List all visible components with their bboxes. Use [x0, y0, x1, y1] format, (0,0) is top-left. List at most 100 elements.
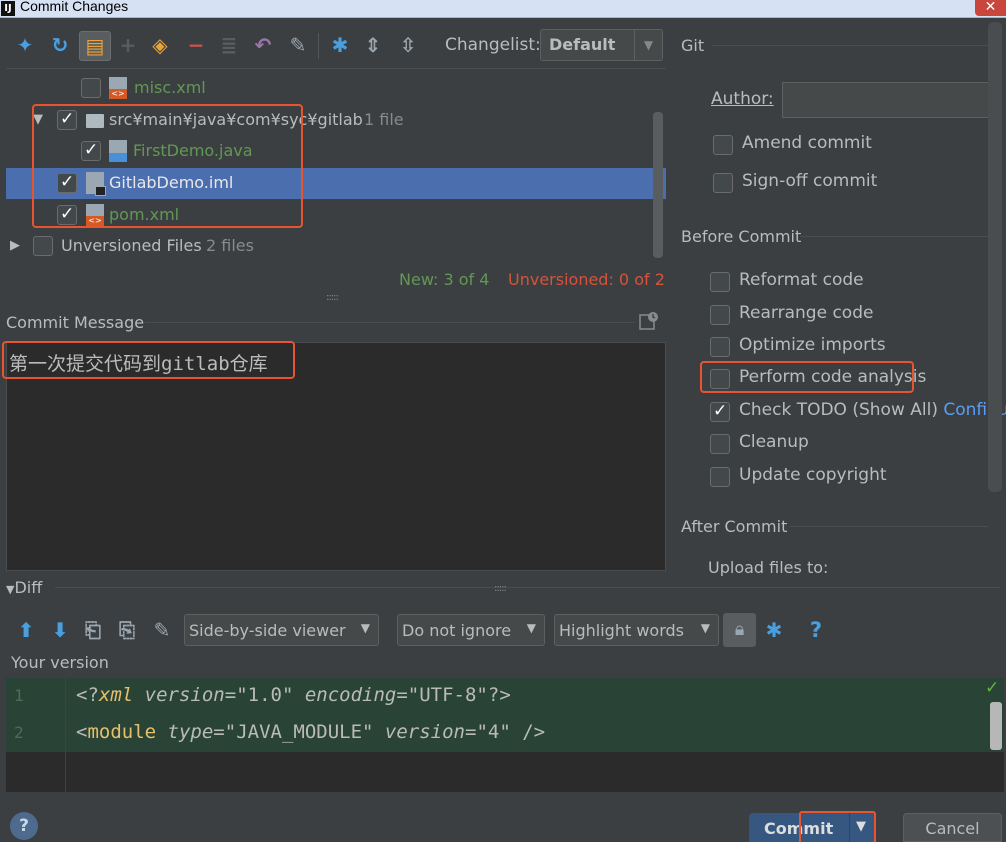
previous-difference-icon[interactable]: ⬆ — [14, 618, 38, 642]
expand-arrow-icon[interactable]: ▶ — [10, 238, 20, 253]
add-icon[interactable]: + — [116, 33, 140, 57]
highlight-value: Highlight words — [559, 621, 684, 640]
window-title: Commit Changes — [20, 0, 129, 14]
file-checkbox[interactable] — [81, 78, 101, 98]
cancel-button[interactable]: Cancel — [903, 813, 1002, 842]
code-token: "JAVA_MODULE" — [224, 721, 374, 743]
close-button[interactable]: ✕ — [975, 0, 1006, 16]
next-difference-icon[interactable]: ⬇ — [48, 618, 72, 642]
group-by-directory-icon[interactable]: ▤ — [79, 31, 111, 61]
no-errors-check-icon: ✓ — [985, 678, 1000, 698]
git-section-title: Git — [681, 36, 705, 55]
help-icon[interactable]: ? — [804, 618, 828, 642]
code-token: ?> — [487, 684, 511, 706]
next-file-icon[interactable]: ⎘ — [115, 618, 139, 642]
section-divider — [800, 236, 988, 237]
optimize-imports-label: Optimize imports — [739, 335, 886, 355]
section-divider — [55, 587, 1000, 588]
title-bar: IJ Commit Changes ✕ — [0, 0, 1006, 18]
right-panel-scrollbar[interactable] — [988, 22, 1002, 492]
author-field[interactable] — [782, 82, 996, 118]
lock-icon[interactable]: 🔒︎ — [723, 613, 756, 647]
cleanup-label: Cleanup — [739, 432, 809, 452]
chevron-down-icon: ▼ — [360, 621, 370, 635]
settings-icon[interactable]: ✱ — [762, 618, 786, 642]
move-to-changelist-icon[interactable]: ◈ — [148, 33, 172, 57]
code-token: version — [133, 684, 225, 706]
highlight-dropdown[interactable]: Highlight words ▼ — [554, 614, 719, 646]
code-text: <?xml version="1.0" encoding="UTF-8"?> — [76, 684, 511, 706]
section-divider — [790, 526, 988, 527]
diff-label: Diff — [14, 578, 43, 597]
splitter-handle[interactable]: ::::: — [494, 583, 507, 594]
code-token: = — [464, 721, 477, 743]
section-divider — [145, 322, 635, 323]
ignore-value: Do not ignore — [402, 621, 512, 640]
code-token: xml — [98, 684, 134, 706]
folder-checkbox[interactable] — [33, 236, 53, 256]
rearrange-code-label: Rearrange code — [739, 303, 874, 323]
signoff-commit-checkbox[interactable] — [713, 173, 733, 193]
code-token: = — [213, 721, 225, 743]
rollback-icon[interactable]: ↶ — [251, 33, 275, 57]
code-token: = — [396, 684, 408, 706]
rearrange-code-checkbox[interactable] — [710, 305, 730, 325]
diff-scrollbar[interactable] — [990, 702, 1002, 750]
section-divider — [712, 45, 988, 46]
optimize-imports-checkbox[interactable] — [710, 337, 730, 357]
check-todo-checkbox[interactable] — [710, 401, 730, 422]
annotation-box — [799, 811, 876, 842]
check-todo-text: Check TODO (Show All) — [739, 400, 938, 420]
code-token: "UTF-8" — [407, 684, 488, 706]
commit-message-label: Commit Message — [6, 313, 145, 332]
file-name: misc.xml — [134, 78, 206, 97]
group-name: Unversioned Files — [61, 236, 202, 255]
splitter-handle[interactable]: ::::: — [326, 292, 339, 303]
amend-commit-label: Amend commit — [742, 133, 872, 153]
diff-editor[interactable]: 1 <?xml version="1.0" encoding="UTF-8"?>… — [6, 678, 1004, 792]
chevron-down-icon: ▼ — [700, 621, 710, 635]
previous-file-icon[interactable]: ⎗ — [81, 618, 105, 642]
collapse-all-icon[interactable]: ⇳ — [396, 33, 420, 57]
new-count: New: 3 of 4 — [399, 270, 490, 289]
code-token: type — [156, 721, 214, 743]
amend-commit-checkbox[interactable] — [713, 135, 733, 155]
code-token: < — [76, 721, 88, 743]
show-diff-icon[interactable]: ✦ — [13, 33, 37, 57]
group-icon[interactable]: ≣ — [217, 33, 241, 57]
viewer-value: Side-by-side viewer — [189, 621, 346, 640]
annotation-box — [2, 341, 295, 379]
tree-row[interactable]: ▶ Unversioned Files 2 files — [6, 231, 666, 262]
edit-source-icon[interactable]: ✎ — [150, 618, 174, 642]
update-copyright-checkbox[interactable] — [710, 467, 730, 487]
code-token: encoding — [293, 684, 397, 706]
tree-scrollbar[interactable] — [653, 112, 663, 258]
code-token: "1.0" — [236, 684, 294, 706]
code-line: 2 <module type="JAVA_MODULE" version="4"… — [6, 715, 1004, 752]
remove-icon[interactable]: − — [184, 33, 208, 57]
expand-all-icon[interactable]: ⇕ — [361, 33, 385, 57]
changelist-label: Changelist: — [445, 35, 541, 55]
gutter-separator — [65, 678, 66, 792]
before-commit-section-title: Before Commit — [681, 227, 802, 246]
unversioned-count: Unversioned: 0 of 2 — [508, 270, 665, 289]
chevron-down-icon: ▼ — [526, 621, 536, 635]
viewer-dropdown[interactable]: Side-by-side viewer ▼ — [184, 614, 379, 646]
refresh-icon[interactable]: ↻ — [48, 33, 72, 57]
group-count: 2 files — [206, 236, 254, 255]
message-history-icon[interactable] — [638, 310, 660, 332]
folder-count: 1 file — [364, 110, 404, 129]
cleanup-checkbox[interactable] — [710, 434, 730, 454]
edit-source-icon[interactable]: ✎ — [286, 33, 310, 57]
help-button[interactable]: ? — [10, 812, 38, 840]
code-token: module — [87, 721, 157, 743]
check-todo-label: Check TODO (Show All) Configure — [739, 400, 1006, 420]
annotation-box — [700, 361, 914, 393]
ignore-dropdown[interactable]: Do not ignore ▼ — [397, 614, 545, 646]
settings-icon[interactable]: ✱ — [328, 33, 352, 57]
chevron-down-icon: ▼ — [634, 30, 662, 60]
reformat-code-checkbox[interactable] — [710, 272, 730, 292]
diff-toggle[interactable]: ▼Diff — [6, 578, 42, 597]
changelist-dropdown[interactable]: Default ▼ — [540, 29, 663, 61]
tree-row[interactable]: misc.xml — [6, 73, 666, 104]
